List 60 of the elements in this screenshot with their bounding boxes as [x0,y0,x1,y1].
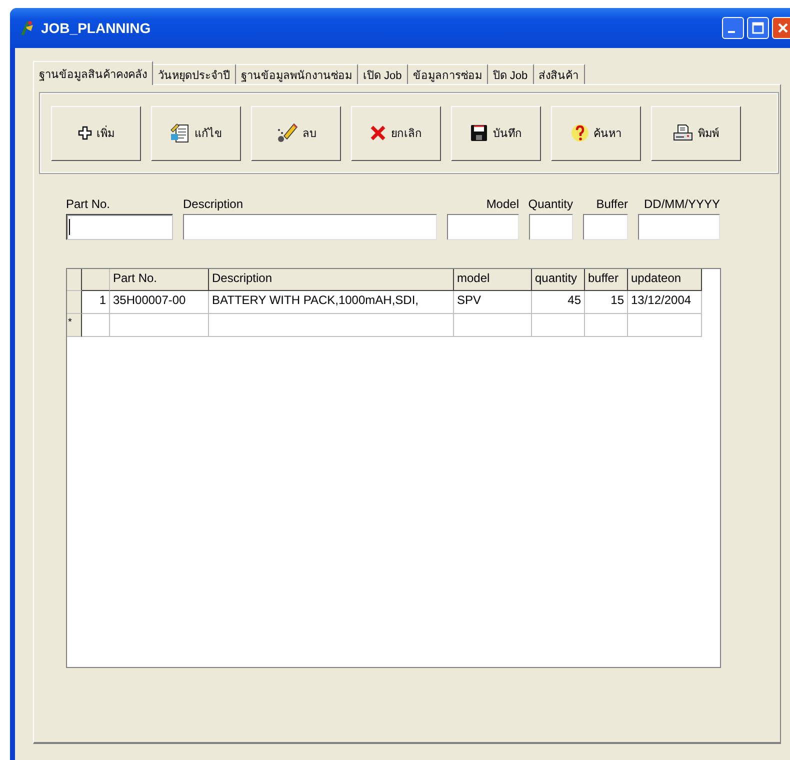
input-field[interactable] [638,214,720,240]
input-field[interactable] [529,214,573,240]
table-cell: SPV [454,291,532,314]
column-header[interactable]: quantity [532,269,585,291]
field-label: Quantity [528,197,573,211]
window-title: JOB_PLANNING [41,20,151,36]
close-icon [777,22,789,34]
delete-button[interactable]: ลบ [251,106,341,160]
table-cell: 15 [585,291,628,314]
printer-icon [673,124,693,142]
minimize-icon [728,31,734,33]
cross-icon [370,125,386,141]
minimize-button[interactable] [722,17,744,39]
eraser-icon [276,122,298,144]
column-header[interactable]: Part No. [110,269,209,291]
close-button[interactable] [772,17,790,39]
tab[interactable]: เปิด Job [358,64,408,84]
maximize-button[interactable] [747,17,769,39]
app-icon [19,19,35,37]
tab[interactable]: ฐานข้อมูลพนักงานซ่อม [236,64,358,84]
table-cell: BATTERY WITH PACK,1000mAH,SDI, [209,291,454,314]
question-mark-icon [570,123,588,143]
tab[interactable]: ฐานข้อมูลสินค้าคงคลัง [33,61,153,85]
tab[interactable]: ปิด Job [488,64,534,84]
column-header[interactable]: Description [209,269,454,291]
plus-icon [78,126,92,140]
input-field[interactable] [66,214,173,240]
input-field[interactable] [583,214,628,240]
column-header [82,269,110,291]
row-header [67,269,82,291]
table-cell: 13/12/2004 [628,291,702,314]
field-label: Model [486,197,519,211]
input-field[interactable] [183,214,437,240]
row-number: 1 [82,291,110,314]
table-cell: 45 [532,291,585,314]
column-header[interactable]: updateon [628,269,702,291]
row-header[interactable] [67,291,82,314]
search-button[interactable]: ค้นหา [551,106,641,160]
tab[interactable]: วันหยุดประจำปี [153,64,236,84]
table-cell [82,314,110,337]
table-cell [532,314,585,337]
field-label: DD/MM/YYYY [644,197,720,211]
maximize-icon [752,22,764,34]
save-button[interactable]: บันทึก [451,106,541,160]
field-label: Buffer [596,197,628,211]
column-header[interactable]: model [454,269,532,291]
tab[interactable]: ข้อมูลการซ่อม [408,64,488,84]
cancel-button[interactable]: ยกเลิก [351,106,441,160]
table-cell [585,314,628,337]
edit-button[interactable]: แก้ไข [151,106,241,160]
input-field[interactable] [447,214,519,240]
tab[interactable]: ส่งสินค้า [534,64,585,84]
print-button[interactable]: พิมพ์ [651,106,741,160]
add-button[interactable]: เพิ่ม [51,106,141,160]
document-pencil-icon [170,122,190,144]
field-label: Description [183,197,244,211]
field-label: Part No. [66,197,112,211]
column-header[interactable]: buffer [585,269,628,291]
table-cell: 35H00007-00 [110,291,209,314]
new-row-marker[interactable]: * [67,314,82,337]
